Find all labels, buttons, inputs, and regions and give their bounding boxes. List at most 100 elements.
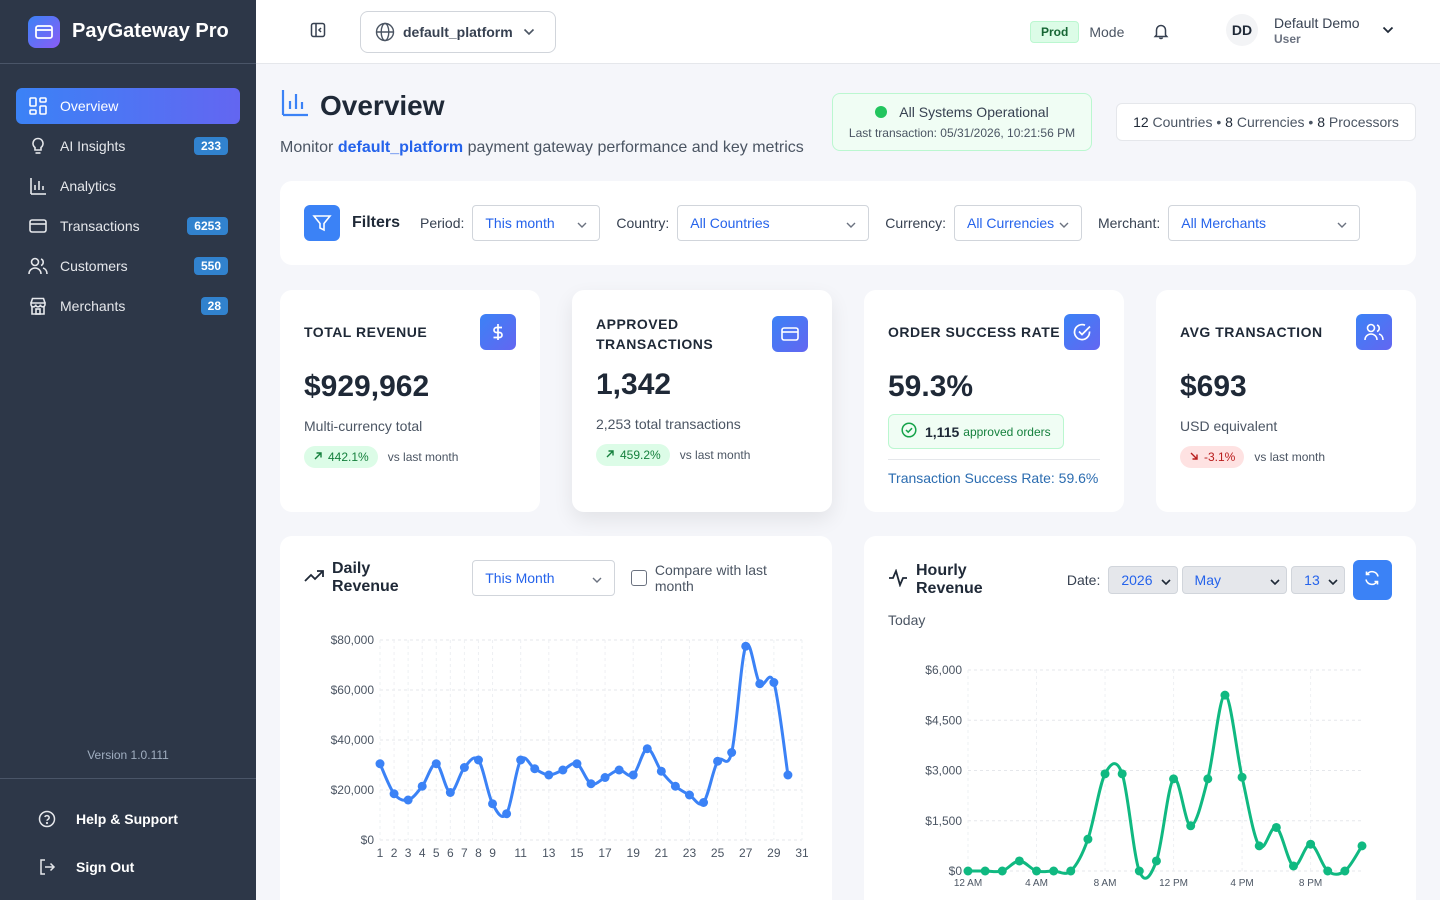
stat-subtitle: USD equivalent xyxy=(1180,418,1278,434)
log-out-icon xyxy=(38,858,58,876)
y-tick-label: $60,000 xyxy=(331,683,375,697)
stat-title-line1: APPROVED xyxy=(596,316,679,332)
sidebar-item-label: Analytics xyxy=(60,178,117,194)
rate-value: 59.6% xyxy=(1058,470,1099,486)
checkbox-box[interactable] xyxy=(631,570,647,586)
year-select[interactable]: 2026 xyxy=(1108,566,1178,594)
subtitle-platform: default_platform xyxy=(337,139,464,156)
data-point xyxy=(628,770,638,780)
sidebar-toggle-icon[interactable] xyxy=(310,22,330,42)
chart-title: Daily Revenue xyxy=(332,560,399,595)
chevron-down-icon xyxy=(592,570,602,586)
dollar-icon xyxy=(480,314,516,350)
status-text: All Systems Operational xyxy=(899,104,1049,120)
sign-out-label: Sign Out xyxy=(76,859,135,875)
x-tick-label: 3 xyxy=(405,846,412,860)
x-tick-label: 8 PM xyxy=(1299,878,1322,889)
data-point xyxy=(670,781,680,791)
lightbulb-icon xyxy=(28,136,48,156)
data-point xyxy=(1032,866,1042,876)
currency-select[interactable]: All Currencies xyxy=(953,205,1082,241)
approved-transactions-card: APPROVED TRANSACTIONS 1,342 2,253 total t… xyxy=(572,290,832,512)
page-title: Overview xyxy=(320,89,445,121)
countries-label: Countries xyxy=(1152,114,1213,130)
x-tick-label: 7 xyxy=(461,846,468,860)
sidebar-item-overview[interactable]: Overview xyxy=(16,88,240,124)
version-label: Version 1.0.111 xyxy=(87,748,169,762)
day-select[interactable]: 13 xyxy=(1291,566,1345,594)
sign-out-button[interactable]: Sign Out xyxy=(0,843,256,891)
sidebar-item-analytics[interactable]: Analytics xyxy=(16,168,240,204)
dashboard-grid-icon xyxy=(28,96,48,116)
check-circle-icon xyxy=(1064,314,1100,350)
daily-period-value: This Month xyxy=(485,570,555,586)
data-point xyxy=(389,789,399,799)
country-value: All Countries xyxy=(690,215,770,231)
status-dot xyxy=(875,106,888,118)
stat-title: ORDER SUCCESS RATE xyxy=(888,324,1061,340)
data-point xyxy=(1014,856,1024,866)
country-select[interactable]: All Countries xyxy=(677,205,870,241)
count-badge: 550 xyxy=(193,257,228,275)
data-point xyxy=(642,744,652,754)
store-icon xyxy=(28,296,48,316)
stat-subtitle: 2,253 total transactions xyxy=(596,416,741,432)
compare-checkbox[interactable]: Compare with last month xyxy=(631,562,808,594)
stat-title-line2: TRANSACTIONS xyxy=(596,336,714,352)
bell-icon[interactable] xyxy=(1152,22,1170,45)
stat-title: AVG TRANSACTION xyxy=(1180,324,1323,340)
approved-orders-label: approved orders xyxy=(963,424,1051,439)
data-point xyxy=(516,755,526,765)
daily-period-select[interactable]: This Month xyxy=(472,560,616,596)
y-tick-label: $6,000 xyxy=(925,663,962,677)
platform-name: default_platform xyxy=(403,24,513,40)
platform-selector[interactable]: default_platform xyxy=(360,11,556,53)
help-support-label: Help & Support xyxy=(76,811,178,827)
data-point xyxy=(488,799,498,809)
period-select[interactable]: This month xyxy=(472,205,601,241)
data-point xyxy=(459,763,469,772)
sidebar-item-merchants[interactable]: Merchants 28 xyxy=(16,288,240,324)
x-tick-label: 4 AM xyxy=(1025,878,1048,889)
merchant-select[interactable]: All Merchants xyxy=(1168,205,1361,241)
data-point xyxy=(1066,866,1076,876)
data-point xyxy=(1049,866,1059,876)
system-status: All Systems Operational Last transaction… xyxy=(832,93,1092,151)
y-tick-label: $80,000 xyxy=(331,633,375,647)
user-menu[interactable]: DD Default Demo User xyxy=(1226,14,1394,46)
refresh-button[interactable] xyxy=(1352,560,1392,600)
chevron-down-icon xyxy=(1059,215,1069,231)
credit-card-icon xyxy=(28,216,48,236)
sidebar-item-ai-insights[interactable]: AI Insights 233 xyxy=(16,128,240,164)
help-support-button[interactable]: Help & Support xyxy=(0,795,256,843)
data-point xyxy=(1288,861,1298,871)
user-role: User xyxy=(1274,31,1301,46)
arrow-down-right-icon xyxy=(1189,450,1204,464)
sidebar-item-customers[interactable]: Customers 550 xyxy=(16,248,240,284)
arrow-up-right-icon xyxy=(605,448,620,462)
data-point xyxy=(963,866,973,876)
data-point xyxy=(727,748,737,757)
x-tick-label: 25 xyxy=(711,846,725,860)
trend-badge: 459.2% xyxy=(596,444,670,466)
chevron-down-icon xyxy=(846,215,856,231)
y-tick-label: $0 xyxy=(361,833,375,847)
sidebar-item-transactions[interactable]: Transactions 6253 xyxy=(16,208,240,244)
arrow-up-right-icon xyxy=(313,450,328,464)
trend-value: 442.1% xyxy=(328,450,369,464)
hourly-revenue-card: Hourly Revenue Date: 2026 May 13 Today $… xyxy=(864,536,1416,900)
data-point xyxy=(1306,839,1316,849)
chart-title: Hourly Revenue xyxy=(916,562,983,597)
stat-title: TOTAL REVENUE xyxy=(304,324,428,340)
trend-badge: -3.1% xyxy=(1180,446,1245,468)
brand: PayGateway Pro xyxy=(0,0,256,64)
chevron-down-icon xyxy=(1337,215,1347,231)
data-point xyxy=(502,809,512,819)
count-badge: 28 xyxy=(200,297,228,315)
data-point xyxy=(1323,866,1333,876)
coverage-summary: 12 Countries • 8 Currencies • 8 Processo… xyxy=(1116,103,1416,141)
data-point xyxy=(1117,769,1127,779)
count-badge: 6253 xyxy=(187,217,228,235)
month-select[interactable]: May xyxy=(1181,566,1288,594)
processors-label: Processors xyxy=(1328,114,1399,130)
